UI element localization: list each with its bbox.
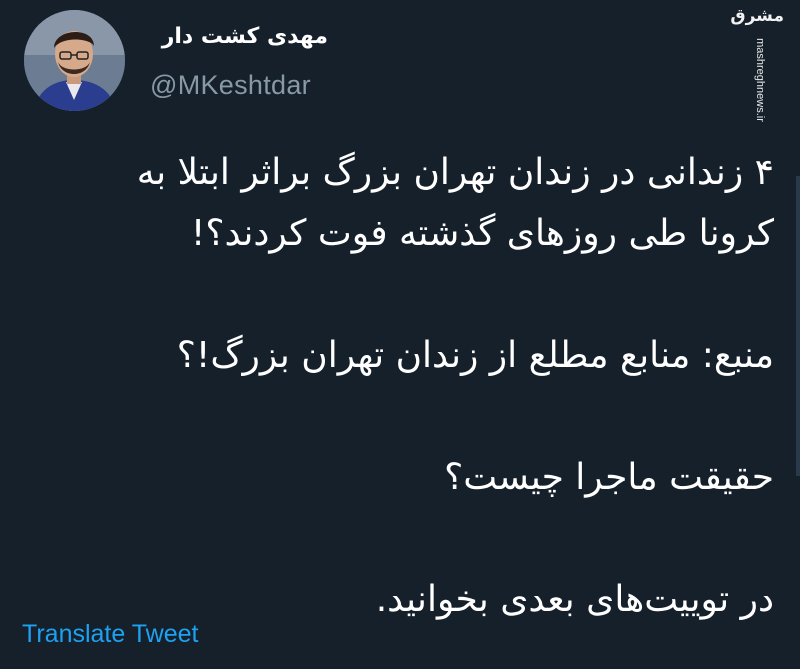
tweet-line: ۴ زندانی در زندان تهران بزرگ براثر ابتلا… xyxy=(136,152,774,193)
tweet-text: ۴ زندانی در زندان تهران بزرگ براثر ابتلا… xyxy=(14,142,774,630)
tweet-line: کرونا طی روزهای گذشته فوت کردند؟! xyxy=(190,213,774,254)
translate-tweet-link[interactable]: Translate Tweet xyxy=(22,620,198,649)
display-name[interactable]: مهدی کشت دار xyxy=(148,24,328,49)
profile-photo-icon xyxy=(24,10,125,111)
tweet-line: منبع: منابع مطلع از زندان تهران بزرگ!؟ xyxy=(176,335,774,376)
watermark-logo: مشرق xyxy=(730,6,784,26)
scrollbar[interactable] xyxy=(796,176,800,476)
user-handle[interactable]: @MKeshtdar xyxy=(150,70,311,101)
avatar[interactable] xyxy=(24,10,125,111)
watermark-url: mashreghnews.ir xyxy=(754,38,766,122)
tweet-line: حقیقت ماجرا چیست؟ xyxy=(444,457,774,498)
tweet-card: مهدی کشت دار @MKeshtdar مشرق mashreghnew… xyxy=(0,0,800,669)
watermark: مشرق mashreghnews.ir xyxy=(730,6,784,124)
